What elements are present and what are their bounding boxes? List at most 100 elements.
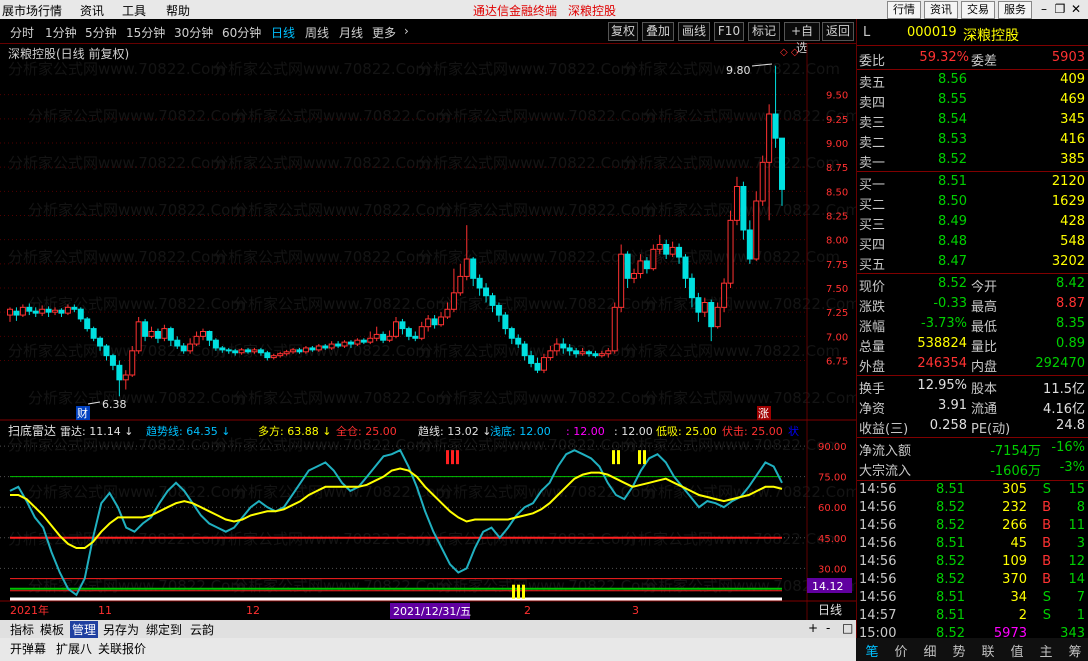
candle-body[interactable] (148, 331, 155, 337)
menu-tools[interactable]: 工具 (122, 2, 146, 19)
candle-body[interactable] (753, 200, 760, 260)
candle-body[interactable] (495, 304, 502, 316)
candle-body[interactable] (257, 349, 264, 354)
candle-body[interactable] (367, 337, 374, 343)
candle-body[interactable] (13, 310, 20, 316)
candle-body[interactable] (77, 308, 84, 320)
candle-body[interactable] (328, 343, 335, 349)
candle-body[interactable] (161, 328, 168, 339)
candle-body[interactable] (122, 374, 129, 381)
chevron-right-icon[interactable]: › (404, 24, 409, 38)
zoom-out-icon[interactable]: - (826, 621, 830, 635)
candle-body[interactable] (309, 347, 316, 351)
tab-save-as[interactable]: 另存为 (103, 621, 139, 638)
cai-badge[interactable]: 财 (77, 406, 88, 420)
quote-tab-5[interactable]: 值 (1003, 641, 1031, 660)
candle-body[interactable] (489, 295, 496, 306)
quote-tab-7[interactable]: 筹 (1061, 641, 1088, 660)
candle-body[interactable] (84, 318, 91, 330)
candle-body[interactable] (399, 321, 406, 330)
candle-body[interactable] (187, 343, 194, 352)
candle-body[interactable] (103, 345, 110, 357)
candle-body[interactable] (708, 302, 715, 328)
f10-button[interactable]: F10 (714, 22, 744, 41)
candle-body[interactable] (290, 349, 297, 353)
candle-body[interactable] (180, 345, 187, 352)
period-tab-fenshi[interactable]: 分时 (10, 24, 34, 41)
extend-eight[interactable]: 扩展八 (56, 640, 92, 657)
candle-body[interactable] (238, 349, 245, 354)
tab-bind-to[interactable]: 绑定到 (146, 621, 182, 638)
candle-body[interactable] (746, 229, 753, 260)
candle-body[interactable] (174, 339, 181, 347)
candle-body[interactable] (129, 350, 136, 376)
candle-body[interactable] (347, 341, 354, 345)
period-tab-weekly[interactable]: 周线 (305, 24, 329, 41)
candle-body[interactable] (264, 352, 271, 359)
candle-body[interactable] (64, 306, 71, 314)
news-button[interactable]: 资讯 (924, 1, 958, 19)
candle-body[interactable] (779, 137, 785, 190)
candle-body[interactable] (380, 333, 387, 341)
tab-template[interactable]: 模板 (40, 621, 64, 638)
candle-body[interactable] (740, 186, 747, 231)
candle-body[interactable] (714, 306, 721, 328)
candle-body[interactable] (618, 253, 625, 308)
candle-body[interactable] (528, 355, 535, 364)
minimize-icon[interactable]: – (1036, 1, 1052, 17)
linked-quote[interactable]: 关联报价 (98, 640, 146, 657)
zoom-in-icon[interactable]: + (808, 621, 818, 635)
period-tab-monthly[interactable]: 月线 (339, 24, 363, 41)
candle-body[interactable] (656, 244, 663, 250)
candle-body[interactable] (418, 326, 425, 339)
draw-button[interactable]: 画线 (678, 22, 710, 41)
candle-body[interactable] (167, 328, 174, 341)
overlay-button[interactable]: 叠加 (642, 22, 674, 41)
candle-body[interactable] (721, 282, 728, 308)
candle-body[interactable] (219, 347, 226, 351)
candle-body[interactable] (483, 287, 490, 297)
danmaku-toggle[interactable]: 开弹幕 (10, 640, 46, 657)
candle-body[interactable] (772, 113, 779, 139)
candle-body[interactable] (579, 351, 586, 355)
candle-body[interactable] (502, 314, 509, 330)
trade-button[interactable]: 交易 (961, 1, 995, 19)
quote-tab-4[interactable]: 联 (974, 641, 1002, 660)
candle-body[interactable] (225, 349, 232, 352)
candle-body[interactable] (39, 308, 46, 314)
diamond-icon[interactable]: ◇ ◇ (780, 47, 799, 58)
candle-body[interactable] (733, 186, 740, 221)
candle-body[interactable] (251, 349, 258, 353)
candle-body[interactable] (200, 331, 206, 337)
candle-body[interactable] (592, 353, 599, 357)
candle-body[interactable] (663, 244, 670, 255)
candle-body[interactable] (508, 328, 515, 339)
period-tab-15min[interactable]: 15分钟 (126, 24, 165, 41)
candle-body[interactable] (605, 350, 612, 355)
price-chart[interactable]: 分析家公式网www.70822.Com分析家公式网www.70822.Com分析… (0, 44, 856, 620)
zhang-badge[interactable]: 涨 (758, 407, 769, 420)
menu-help[interactable]: 帮助 (166, 2, 190, 19)
quote-tab-0[interactable]: 笔 (858, 641, 886, 660)
candle-body[interactable] (450, 292, 457, 310)
candle-body[interactable] (521, 343, 528, 357)
candle-body[interactable] (142, 321, 149, 337)
back-button[interactable]: 返回 (822, 22, 854, 41)
candle-body[interactable] (476, 277, 483, 289)
candle-body[interactable] (766, 113, 773, 163)
candle-body[interactable] (611, 306, 618, 352)
candle-body[interactable] (193, 335, 200, 345)
candle-body[interactable] (534, 362, 541, 371)
period-tab-1min[interactable]: 1分钟 (45, 24, 77, 41)
candle-body[interactable] (560, 343, 567, 349)
period-tab-5min[interactable]: 5分钟 (85, 24, 117, 41)
candle-body[interactable] (463, 258, 470, 277)
candle-body[interactable] (727, 219, 734, 284)
quote-tab-1[interactable]: 价 (887, 641, 915, 660)
candle-body[interactable] (393, 321, 399, 337)
candle-body[interactable] (373, 333, 380, 339)
candle-body[interactable] (598, 353, 605, 357)
candle-body[interactable] (45, 308, 52, 313)
candle-body[interactable] (405, 328, 412, 337)
candle-body[interactable] (573, 350, 580, 355)
